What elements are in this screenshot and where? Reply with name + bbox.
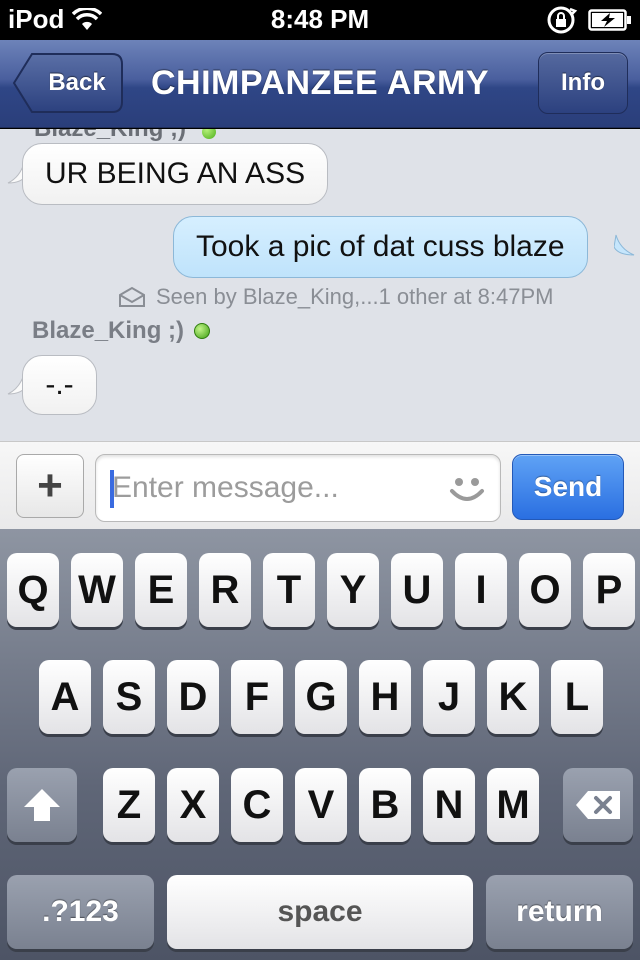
key-i[interactable]: I [455,553,507,627]
key-f[interactable]: F [231,660,283,734]
message-bubble-incoming[interactable]: -.- [22,355,97,415]
shift-arrow-icon [24,789,60,821]
key-m[interactable]: M [487,768,539,842]
status-bar: iPod 8:48 PM [0,0,640,40]
message-input[interactable] [112,455,432,521]
key-d[interactable]: D [167,660,219,734]
message-field[interactable] [95,454,501,522]
shift-key[interactable] [7,768,77,842]
return-key[interactable]: return [486,875,633,949]
message-input-bar: + Send [0,441,640,529]
key-b[interactable]: B [359,768,411,842]
envelope-icon [119,286,145,307]
key-q[interactable]: Q [7,553,59,627]
key-u[interactable]: U [391,553,443,627]
emoji-smiley-icon[interactable] [448,471,486,507]
seen-receipt: Seen by Blaze_King,...1 other at 8:47PM [118,284,553,310]
delete-key[interactable] [563,768,633,842]
key-g[interactable]: G [295,660,347,734]
online-indicator [202,129,216,139]
backspace-icon [576,791,620,819]
key-v[interactable]: V [295,768,347,842]
navigation-bar: Back CHIMPANZEE ARMY Info [0,40,640,128]
key-j[interactable]: J [423,660,475,734]
space-key[interactable]: space [167,875,473,949]
key-x[interactable]: X [167,768,219,842]
status-right [546,5,632,35]
message-bubble-incoming[interactable]: UR BEING AN ASS [22,143,329,205]
seen-text: Seen by Blaze_King,...1 other at 8:47PM [156,284,554,309]
key-z[interactable]: Z [103,768,155,842]
key-o[interactable]: O [519,553,571,627]
message-list[interactable]: Blaze_King ;) UR BEING AN ASS Took a pic… [0,129,640,441]
key-w[interactable]: W [71,553,123,627]
key-a[interactable]: A [39,660,91,734]
numbers-key[interactable]: .?123 [7,875,154,949]
info-button[interactable]: Info [538,52,628,114]
key-c[interactable]: C [231,768,283,842]
clipped-sender-name: Blaze_King ;) [34,129,186,143]
orientation-lock-icon [547,6,578,34]
key-e[interactable]: E [135,553,187,627]
key-y[interactable]: Y [327,553,379,627]
add-attachment-button[interactable]: + [16,454,84,518]
key-r[interactable]: R [199,553,251,627]
key-n[interactable]: N [423,768,475,842]
key-s[interactable]: S [103,660,155,734]
online-indicator [194,323,211,339]
key-l[interactable]: L [551,660,603,734]
key-k[interactable]: K [487,660,539,734]
keyboard: Q W E R T Y U I O P A S D F G H J K L Z … [0,529,640,960]
bubble-tail [614,234,635,256]
battery-charging-icon [588,9,631,31]
send-button[interactable]: Send [512,454,624,520]
key-p[interactable]: P [583,553,635,627]
key-t[interactable]: T [263,553,315,627]
key-h[interactable]: H [359,660,411,734]
sender-name-row: Blaze_King ;) [32,317,211,345]
status-time: 8:48 PM [270,4,370,34]
message-bubble-outgoing[interactable]: Took a pic of dat cuss blaze [173,216,588,278]
sender-name: Blaze_King ;) [32,317,185,344]
